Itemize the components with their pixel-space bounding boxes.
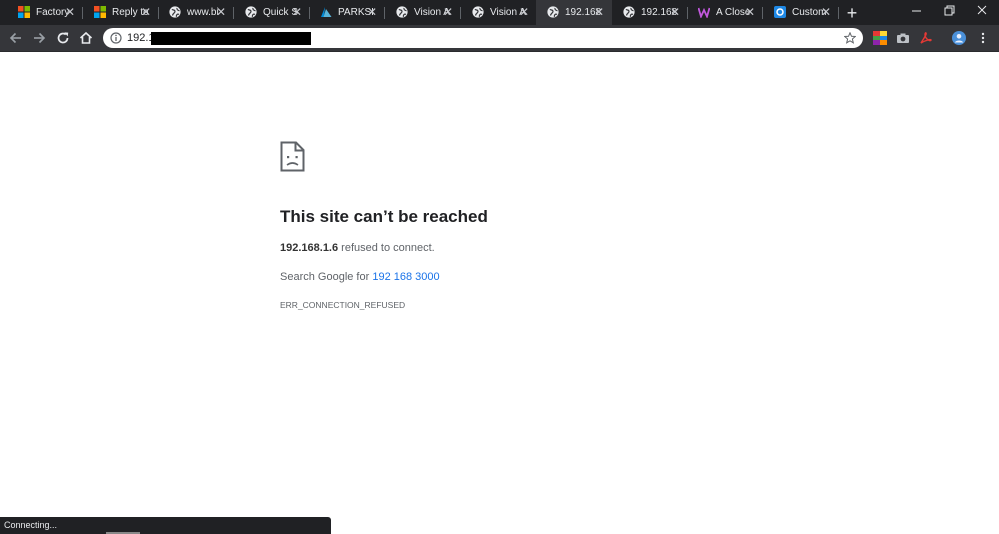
tab-strip: Factory ✕ Reply to ✕ www.bi ✕ Quick S ✕ PARKSI ✕ V… [0, 0, 999, 25]
minimize-button[interactable] [900, 0, 934, 25]
close-window-button[interactable] [965, 0, 999, 25]
back-button[interactable] [8, 30, 24, 46]
restore-button[interactable] [932, 0, 966, 25]
globe-icon [623, 6, 635, 18]
globe-icon [245, 6, 257, 18]
tab-close-icon[interactable]: ✕ [64, 5, 76, 19]
info-icon[interactable] [110, 32, 122, 44]
camera-extension-icon[interactable] [896, 31, 910, 45]
reload-button[interactable] [55, 30, 71, 46]
error-search-suggestion: Search Google for 192 168 3000 [280, 271, 440, 283]
microsoft-logo-icon [18, 6, 30, 18]
microsoft-logo-icon [94, 6, 106, 18]
search-prefix: Search Google for [280, 271, 373, 283]
pdf-extension-icon[interactable] [919, 31, 933, 45]
home-button[interactable] [78, 30, 94, 46]
toolbar-divider [0, 51, 999, 52]
toolbar [0, 25, 999, 51]
w-logo-icon [697, 6, 711, 20]
browser-tab[interactable]: 192.168 ✕ [612, 0, 688, 25]
tab-close-icon[interactable]: ✕ [518, 5, 530, 19]
error-code: ERR_CONNECTION_REFUSED [280, 300, 406, 310]
browser-tab[interactable]: Vision A ✕ [385, 0, 461, 25]
new-tab-button[interactable]: + [842, 3, 862, 23]
bookmark-star-icon[interactable] [844, 32, 856, 44]
color-extension-icon[interactable] [873, 31, 887, 45]
profile-avatar-icon[interactable] [952, 31, 966, 45]
browser-tab[interactable]: Reply to ✕ [83, 0, 159, 25]
forward-button[interactable] [31, 30, 47, 46]
globe-icon [547, 6, 559, 18]
browser-tab[interactable]: www.bi ✕ [158, 0, 234, 25]
browser-tab[interactable]: A Close ✕ [687, 0, 763, 25]
vision-logo-icon [774, 6, 786, 18]
address-bar[interactable] [103, 28, 863, 48]
browser-tab[interactable]: Vision A ✕ [461, 0, 537, 25]
tab-close-icon[interactable]: ✕ [366, 5, 378, 19]
status-bubble: Connecting... [0, 517, 331, 534]
browser-tab[interactable]: 192.168 ✕ [536, 0, 612, 25]
browser-tab[interactable]: Quick S ✕ [234, 0, 310, 25]
minimize-icon [912, 10, 921, 12]
browser-tab[interactable]: Factory ✕ [7, 0, 83, 25]
tab-close-icon[interactable]: ✕ [442, 5, 454, 19]
error-title: This site can’t be reached [280, 207, 488, 226]
globe-icon [472, 6, 484, 18]
browser-tab[interactable]: PARKSI ✕ [309, 0, 385, 25]
tab-close-icon[interactable]: ✕ [291, 5, 303, 19]
restore-icon [944, 5, 955, 16]
tab-separator [838, 7, 839, 19]
globe-icon [396, 6, 408, 18]
error-detail: 192.168.1.6 refused to connect. [280, 242, 435, 254]
error-detail-text: refused to connect. [338, 242, 435, 254]
error-host: 192.168.1.6 [280, 242, 339, 254]
tab-close-icon[interactable]: ✕ [140, 5, 152, 19]
tab-close-icon[interactable]: ✕ [593, 5, 605, 19]
azure-logo-icon [320, 6, 332, 18]
tab-close-icon[interactable]: ✕ [744, 5, 756, 19]
tab-close-icon[interactable]: ✕ [215, 5, 227, 19]
redaction-mark [151, 32, 311, 45]
close-icon [977, 5, 987, 15]
tab-close-icon[interactable]: ✕ [820, 5, 832, 19]
tab-close-icon[interactable]: ✕ [669, 5, 681, 19]
menu-kebab-icon[interactable] [976, 31, 990, 45]
globe-icon [169, 6, 181, 18]
search-google-link[interactable]: 192 168 3000 [372, 271, 439, 283]
browser-tab[interactable]: Custom ✕ [763, 0, 839, 25]
sad-page-icon [280, 141, 305, 172]
